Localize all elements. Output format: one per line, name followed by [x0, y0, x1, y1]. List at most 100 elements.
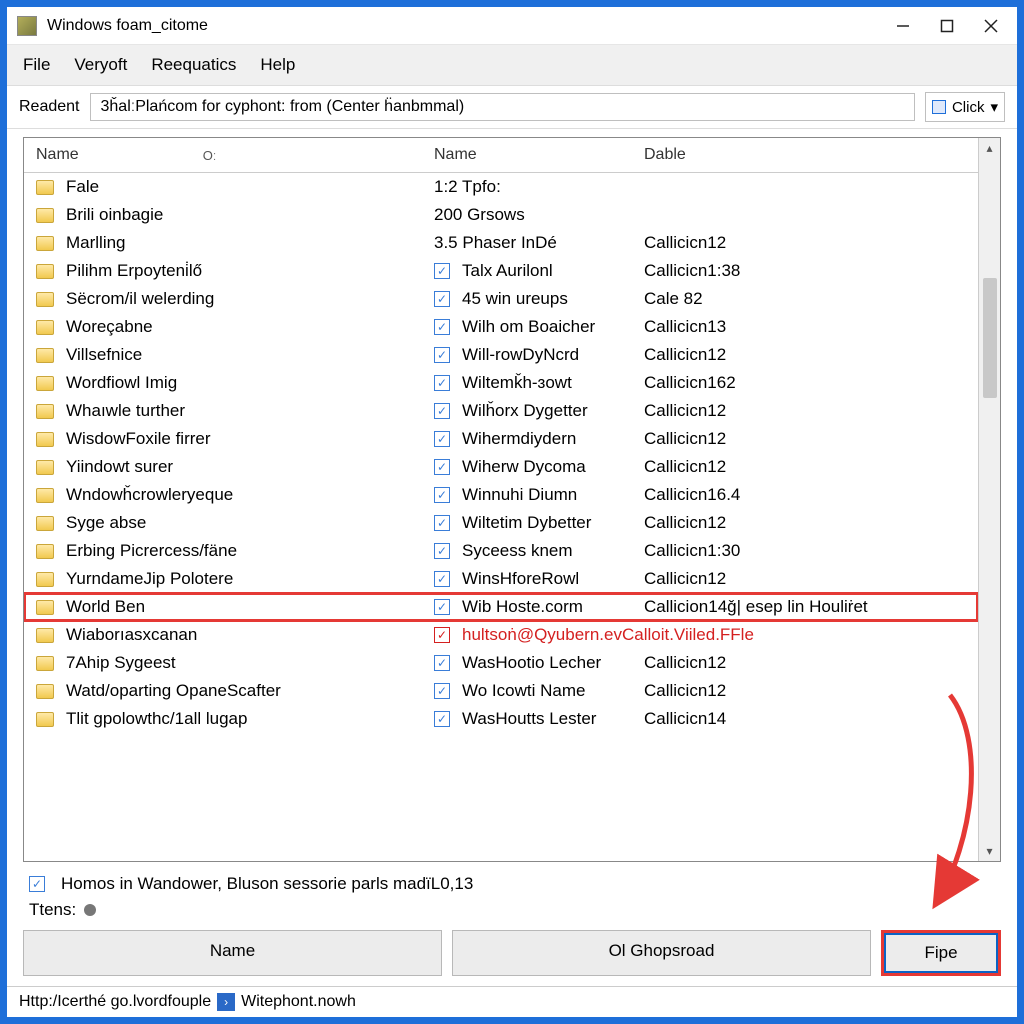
folder-icon	[36, 236, 54, 251]
table-row[interactable]: Wordfiowl Imig✓Wiltemǩh-ɜowtCallicicn162	[24, 369, 978, 397]
table-row[interactable]: Villsefnice✓Will-rowDyNcrdCallicicn12	[24, 341, 978, 369]
maximize-button[interactable]	[925, 11, 969, 41]
column-header-dable[interactable]: Dable	[634, 146, 978, 164]
table-row[interactable]: Fale1:2 Tpfo:	[24, 173, 978, 201]
row-checkbox[interactable]: ✓	[434, 431, 450, 447]
minimize-button[interactable]	[881, 11, 925, 41]
folder-cell: Whaıwle turther	[24, 401, 424, 421]
name-cell: ✓WasHootio Lecher	[424, 653, 634, 673]
click-icon	[932, 100, 946, 114]
folder-cell: WisdowFoxile firrer	[24, 429, 424, 449]
button-row: Name Ol Ghopsroad Fipe	[7, 924, 1017, 986]
name-label: Wihermdiydern	[462, 429, 576, 449]
row-checkbox[interactable]: ✓	[434, 515, 450, 531]
table-row[interactable]: Whaıwle turther✓Wilȟorx DygetterCallicic…	[24, 397, 978, 425]
folder-icon	[36, 572, 54, 587]
table-row[interactable]: World Ben✓Wib Hoste.cormCallicion14ǧ| es…	[24, 593, 978, 621]
table-row[interactable]: Watd/oparting OpaneScafter✓Wo Icowti Nam…	[24, 677, 978, 705]
table-row[interactable]: Wiaborıasxcanan✓hultsoṅ@Qyubern.evCalloi…	[24, 621, 978, 649]
folder-label: Brili oinbagie	[66, 205, 163, 225]
name-cell: 200 Grsows	[424, 205, 634, 225]
name-label: Wilȟorx Dygetter	[462, 401, 588, 421]
ghopsroad-button[interactable]: Ol Ghopsroad	[452, 930, 871, 976]
name-cell: ✓Wib Hoste.corm	[424, 597, 634, 617]
row-checkbox[interactable]: ✓	[434, 375, 450, 391]
folder-icon	[36, 712, 54, 727]
dable-cell: Callicicn12	[634, 513, 978, 533]
folder-cell: Brili oinbagie	[24, 205, 424, 225]
table-row[interactable]: Pilihm Erpoyteni̇lő✓Talx AurilonlCallici…	[24, 257, 978, 285]
scroll-up-icon[interactable]: ▴	[979, 138, 1000, 158]
menu-reequatics[interactable]: Reequatics	[151, 55, 236, 75]
name-cell: ✓Wo Icowti Name	[424, 681, 634, 701]
statusbar-crumb[interactable]: Witephont.nowh	[241, 993, 356, 1011]
table-row[interactable]: WisdowFoxile firrer✓WihermdiydernCallici…	[24, 425, 978, 453]
row-checkbox[interactable]: ✓	[434, 263, 450, 279]
table-row[interactable]: Yiindowt surer✓Wiherw DycomaCallicicn12	[24, 453, 978, 481]
option-row: ✓ Homos in Wandower, Bluson sessorie par…	[7, 866, 1017, 896]
name-cell: ✓Wiltemǩh-ɜowt	[424, 373, 634, 393]
vertical-scrollbar[interactable]: ▴ ▾	[978, 138, 1000, 861]
table-row[interactable]: Woreçabne✓Wilh om BoaicherCallicicn13	[24, 313, 978, 341]
folder-icon	[36, 628, 54, 643]
close-button[interactable]	[969, 11, 1013, 41]
table-row[interactable]: YurndameJip Polotere✓WinsHforeRowlCallic…	[24, 565, 978, 593]
folder-label: 7Ahip Sygeest	[66, 653, 176, 673]
row-checkbox[interactable]: ✓	[434, 319, 450, 335]
menu-help[interactable]: Help	[260, 55, 295, 75]
statusbar-url[interactable]: Http:/Icerthé go.lvordfouple	[19, 993, 211, 1011]
table-row[interactable]: Syge abse✓Wiltetim DybetterCallicicn12	[24, 509, 978, 537]
table-row[interactable]: 7Ahip Sygeest✓WasHootio LecherCallicicn1…	[24, 649, 978, 677]
scroll-down-icon[interactable]: ▾	[979, 841, 1000, 861]
name-cell: ✓45 win ureups	[424, 289, 634, 309]
menu-file[interactable]: File	[23, 55, 50, 75]
folder-cell: Watd/oparting OpaneScafter	[24, 681, 424, 701]
table-row[interactable]: Tlit gpolowthc/1all lugap✓WasHoutts Lest…	[24, 705, 978, 733]
row-checkbox[interactable]: ✓	[434, 487, 450, 503]
name-label: Talx Aurilonl	[462, 261, 553, 281]
folder-icon	[36, 516, 54, 531]
name-label: Syceess knem	[462, 541, 573, 561]
name-cell: ✓Wilh om Boaicher	[424, 317, 634, 337]
menu-veryoft[interactable]: Veryoft	[74, 55, 127, 75]
name-cell: ✓WinsHforeRowl	[424, 569, 634, 589]
folder-label: Wndowȟcrowleryeque	[66, 485, 233, 505]
row-checkbox[interactable]: ✓	[434, 347, 450, 363]
table-row[interactable]: Wndowȟcrowleryeque✓Winnuhi DiumnCallicic…	[24, 481, 978, 509]
window-title: Windows foam_citome	[47, 17, 881, 35]
row-checkbox[interactable]: ✓	[434, 627, 450, 643]
list-pane: Name Oː Name Dable Fale1:2 Tpfo:Brili oi…	[23, 137, 1001, 862]
column-header-name2[interactable]: Name	[424, 146, 634, 164]
name-cell: ✓ Talx Aurilonl	[424, 261, 634, 281]
folder-icon	[36, 320, 54, 335]
option-checkbox[interactable]: ✓	[29, 876, 45, 892]
row-checkbox[interactable]: ✓	[434, 403, 450, 419]
row-checkbox[interactable]: ✓	[434, 655, 450, 671]
path-input[interactable]: 3ȟalːPlańcom for cyphont: from (Center ḧ…	[90, 93, 915, 121]
name-cell: ✓Wiltetim Dybetter	[424, 513, 634, 533]
rows-container: Fale1:2 Tpfo: Brili oinbagie 200 Grsows Mar…	[24, 173, 978, 861]
table-row[interactable]: Erbing Picrercess/fäne✓Syceess knemCalli…	[24, 537, 978, 565]
scroll-thumb[interactable]	[983, 278, 997, 398]
table-row[interactable]: Brili oinbagie 200 Grsows	[24, 201, 978, 229]
name-button[interactable]: Name	[23, 930, 442, 976]
row-checkbox[interactable]: ✓	[434, 599, 450, 615]
row-checkbox[interactable]: ✓	[434, 291, 450, 307]
table-row[interactable]: Sëcrom/il welerding✓45 win ureupsCale 82	[24, 285, 978, 313]
folder-label: Yiindowt surer	[66, 457, 173, 477]
row-checkbox[interactable]: ✓	[434, 459, 450, 475]
click-dropdown[interactable]: Click ▾	[925, 92, 1005, 122]
row-checkbox[interactable]: ✓	[434, 683, 450, 699]
folder-label: World Ben	[66, 597, 145, 617]
folder-label: YurndameJip Polotere	[66, 569, 233, 589]
row-checkbox[interactable]: ✓	[434, 543, 450, 559]
name-cell: ✓Winnuhi Diumn	[424, 485, 634, 505]
row-checkbox[interactable]: ✓	[434, 711, 450, 727]
folder-cell: Erbing Picrercess/fäne	[24, 541, 424, 561]
column-header-name1[interactable]: Name Oː	[24, 146, 424, 164]
fipe-button[interactable]: Fipe	[881, 930, 1001, 976]
folder-icon	[36, 376, 54, 391]
column-header-row: Name Oː Name Dable	[24, 138, 978, 173]
row-checkbox[interactable]: ✓	[434, 571, 450, 587]
table-row[interactable]: Marlling3.5 Phaser InDéCallicicn12	[24, 229, 978, 257]
